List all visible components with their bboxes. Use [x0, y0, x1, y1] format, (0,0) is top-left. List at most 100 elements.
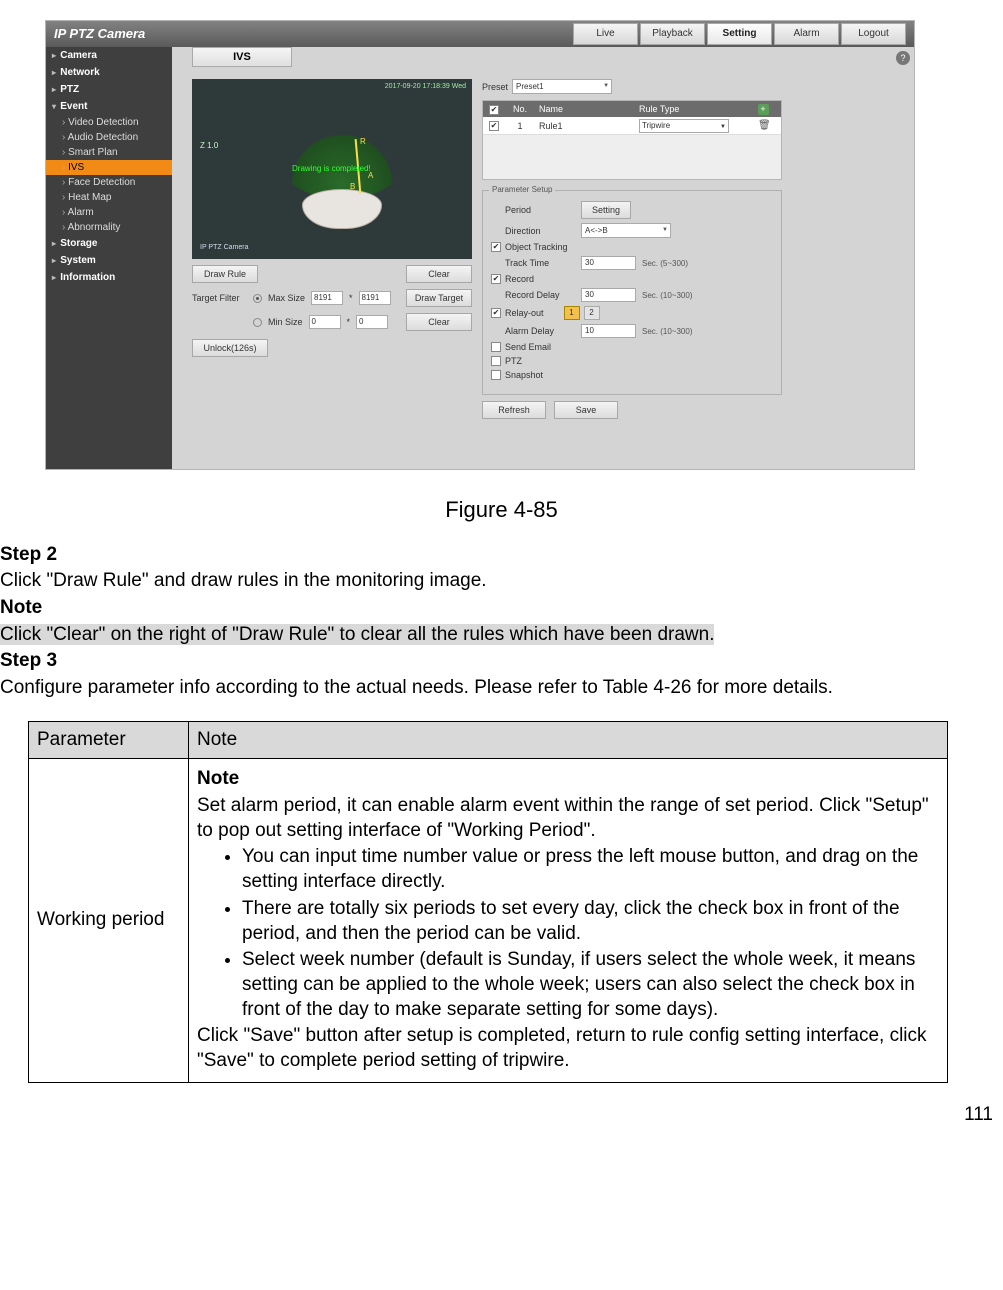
sidebar-item-alarm[interactable]: Alarm: [46, 205, 172, 220]
tab-alarm[interactable]: Alarm: [774, 23, 839, 45]
rule-row-checkbox[interactable]: [489, 121, 499, 131]
max-size-height-input[interactable]: 8191: [359, 291, 391, 305]
step3-heading: Step 3: [0, 649, 1003, 674]
max-size-radio[interactable]: [253, 294, 262, 303]
alarm-delay-input[interactable]: 10: [581, 324, 636, 338]
unlock-button[interactable]: Unlock(126s): [192, 339, 268, 357]
help-icon[interactable]: ?: [896, 51, 910, 65]
table-cell-parameter: Working period: [29, 759, 189, 1082]
note-heading: Note: [0, 596, 1003, 621]
ptz-checkbox[interactable]: [491, 356, 501, 366]
track-time-hint: Sec. (5~300): [642, 259, 688, 268]
table-note-li3: Select week number (default is Sunday, i…: [242, 948, 939, 1022]
min-size-width-input[interactable]: 0: [309, 315, 341, 329]
record-checkbox[interactable]: [491, 274, 501, 284]
left-column: R B A 2017-09-20 17:18:39 Wed Z 1.0 IP P…: [172, 71, 482, 469]
refresh-button[interactable]: Refresh: [482, 401, 546, 419]
rule-row-name[interactable]: Rule1: [535, 121, 635, 131]
direction-label: Direction: [505, 226, 575, 236]
period-label: Period: [505, 205, 575, 215]
tab-setting[interactable]: Setting: [707, 23, 772, 45]
right-column: Preset Preset1 No. Name Rule Type +: [482, 71, 914, 469]
sidebar-item-face-detection[interactable]: Face Detection: [46, 175, 172, 190]
target-filter-label: Target Filter: [192, 293, 247, 303]
sidebar-item-information[interactable]: Information: [46, 269, 172, 286]
sidebar-item-storage[interactable]: Storage: [46, 235, 172, 252]
clear-target-button[interactable]: Clear: [406, 313, 472, 331]
table-header-note: Note: [189, 721, 948, 759]
times-symbol: *: [349, 293, 353, 303]
rule-header-name: Name: [535, 104, 635, 114]
object-tracking-label: Object Tracking: [505, 242, 568, 252]
alarm-delay-label: Alarm Delay: [505, 326, 575, 336]
top-nav: Live Playback Setting Alarm Logout: [573, 23, 906, 45]
min-size-radio[interactable]: [253, 318, 262, 327]
tab-live[interactable]: Live: [573, 23, 638, 45]
draw-target-button[interactable]: Draw Target: [406, 289, 472, 307]
sidebar-item-video-detection[interactable]: Video Detection: [46, 115, 172, 130]
sidebar-item-ivs[interactable]: IVS: [46, 160, 172, 175]
sidebar-item-ptz[interactable]: PTZ: [46, 81, 172, 98]
parameter-setup-legend: Parameter Setup: [489, 185, 555, 194]
record-label: Record: [505, 274, 534, 284]
step3-text: Configure parameter info according to th…: [0, 676, 1003, 701]
table-note-li1: You can input time number value or press…: [242, 845, 939, 894]
video-timestamp: 2017-09-20 17:18:39 Wed: [385, 83, 466, 90]
rule-row: 1 Rule1 Tripwire 🗑: [483, 117, 781, 135]
video-preview[interactable]: R B A 2017-09-20 17:18:39 Wed Z 1.0 IP P…: [192, 79, 472, 259]
ptz-label: PTZ: [505, 356, 522, 366]
rule-header-no: No.: [505, 104, 535, 114]
relay-1-button[interactable]: 1: [564, 306, 580, 320]
relay-out-checkbox[interactable]: [491, 308, 501, 318]
rule-header-checkbox[interactable]: [489, 105, 499, 115]
video-zoom: Z 1.0: [200, 141, 218, 150]
step2-heading: Step 2: [0, 543, 1003, 568]
sidebar-item-smart-plan[interactable]: Smart Plan: [46, 145, 172, 160]
max-size-width-input[interactable]: 8191: [311, 291, 343, 305]
save-button[interactable]: Save: [554, 401, 618, 419]
add-rule-icon[interactable]: +: [758, 104, 769, 115]
figure-caption: Figure 4-85: [0, 496, 1003, 525]
delete-rule-icon[interactable]: 🗑: [758, 121, 768, 132]
video-status-text: Drawing is completed!: [292, 164, 371, 173]
rule-row-type-select[interactable]: Tripwire: [639, 119, 729, 133]
draw-rule-button[interactable]: Draw Rule: [192, 265, 258, 283]
clear-rule-button[interactable]: Clear: [406, 265, 472, 283]
app-header: IP PTZ Camera Live Playback Setting Alar…: [46, 21, 914, 47]
tripwire-b-label: B: [350, 182, 355, 191]
sidebar-item-event[interactable]: Event: [46, 98, 172, 115]
sidebar-item-system[interactable]: System: [46, 252, 172, 269]
times-symbol-2: *: [347, 317, 351, 327]
snapshot-checkbox[interactable]: [491, 370, 501, 380]
object-tracking-checkbox[interactable]: [491, 242, 501, 252]
record-delay-hint: Sec. (10~300): [642, 291, 692, 300]
relay-2-button[interactable]: 2: [584, 306, 600, 320]
plant-graphic: [272, 109, 412, 239]
sidebar-item-abnormality[interactable]: Abnormality: [46, 220, 172, 235]
ivs-setting-screenshot: IP PTZ Camera Live Playback Setting Alar…: [45, 20, 915, 470]
tab-playback[interactable]: Playback: [640, 23, 705, 45]
brand-label: IP PTZ Camera: [54, 26, 145, 41]
parameter-table: Parameter Note Working period Note Set a…: [28, 721, 948, 1083]
table-header-parameter: Parameter: [29, 721, 189, 759]
rule-table: No. Name Rule Type + 1 Rule1 Tripwire 🗑: [482, 100, 782, 180]
sidebar-item-camera[interactable]: Camera: [46, 47, 172, 64]
record-delay-input[interactable]: 30: [581, 288, 636, 302]
table-note-li2: There are totally six periods to set eve…: [242, 897, 939, 946]
sidebar-item-network[interactable]: Network: [46, 64, 172, 81]
preset-select[interactable]: Preset1: [512, 79, 612, 94]
rule-header-type: Rule Type: [635, 104, 745, 114]
sidebar-item-audio-detection[interactable]: Audio Detection: [46, 130, 172, 145]
parameter-setup: Parameter Setup Period Setting Direction…: [482, 190, 782, 395]
period-setting-button[interactable]: Setting: [581, 201, 631, 219]
min-size-height-input[interactable]: 0: [356, 315, 388, 329]
direction-select[interactable]: A<->B: [581, 223, 671, 238]
sub-tab-ivs[interactable]: IVS: [192, 47, 292, 67]
tab-logout[interactable]: Logout: [841, 23, 906, 45]
track-time-input[interactable]: 30: [581, 256, 636, 270]
document-body: Figure 4-85 Step 2 Click "Draw Rule" and…: [0, 470, 1003, 1127]
tripwire-r-label: R: [360, 137, 366, 146]
relay-out-label: Relay-out: [505, 308, 544, 318]
send-email-checkbox[interactable]: [491, 342, 501, 352]
sidebar-item-heat-map[interactable]: Heat Map: [46, 190, 172, 205]
